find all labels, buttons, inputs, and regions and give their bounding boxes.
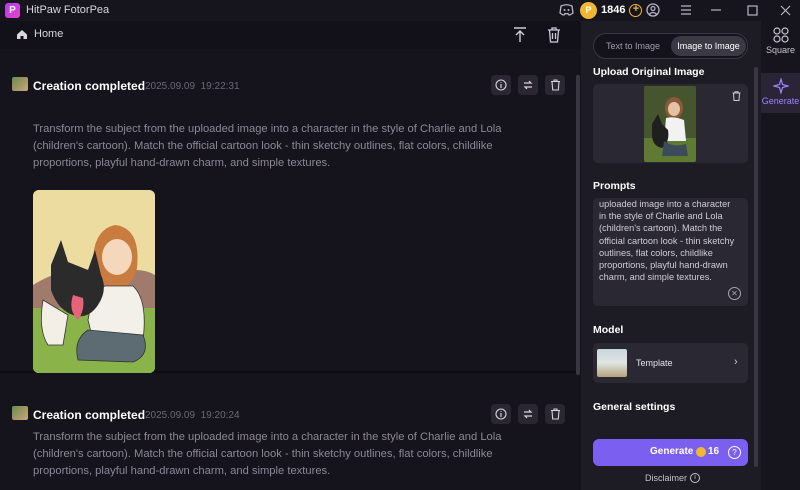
disclaimer-link[interactable]: Disclaimer i — [645, 473, 701, 483]
generate-button[interactable]: Generate 16 ? — [593, 439, 748, 466]
delete-button[interactable] — [545, 404, 565, 424]
generation-panel: Text to Image Image to Image Upload Orig… — [581, 21, 761, 490]
creation-card: Creation completed 2025.09.09 19:20:24 T… — [0, 373, 581, 490]
export-icon[interactable] — [510, 25, 530, 45]
menu-icon[interactable] — [676, 1, 696, 19]
coin-icon: P — [580, 1, 597, 19]
prompt-input[interactable]: uploaded image into a character in the s… — [593, 198, 748, 306]
generate-label: Generate — [650, 446, 694, 457]
trash-icon — [550, 79, 560, 91]
tab-text-to-image[interactable]: Text to Image — [597, 36, 669, 56]
result-image[interactable] — [33, 190, 155, 373]
trash-icon — [550, 408, 560, 420]
regenerate-button[interactable] — [518, 75, 538, 95]
model-title: Model — [593, 324, 624, 336]
home-label: Home — [34, 28, 64, 40]
info-button[interactable] — [491, 75, 511, 95]
creation-card: Creation completed 2025.09.09 19:22:31 T… — [0, 49, 581, 373]
info-icon: i — [690, 473, 701, 483]
uploaded-image — [644, 86, 696, 162]
panel-scrollbar[interactable] — [754, 67, 758, 467]
remove-image-icon[interactable] — [732, 91, 741, 104]
card-time: 19:22:31 — [200, 81, 240, 92]
model-selector[interactable]: Template › — [593, 343, 748, 383]
card-timestamp: 2025.09.09 19:22:31 — [145, 81, 240, 92]
model-name: Template — [636, 358, 673, 368]
card-date: 2025.09.09 — [145, 81, 196, 92]
model-thumbnail — [597, 349, 627, 377]
sparkle-icon — [772, 78, 789, 94]
upload-title: Upload Original Image — [593, 66, 705, 78]
nav-square[interactable]: Square — [761, 27, 800, 67]
card-thumbnail[interactable] — [12, 77, 28, 91]
clear-prompt-icon[interactable]: ✕ — [728, 287, 741, 300]
nav-generate[interactable]: Generate — [761, 73, 800, 113]
minimize-icon[interactable] — [706, 1, 726, 19]
card-timestamp: 2025.09.09 19:20:24 — [145, 410, 240, 421]
help-icon[interactable]: ? — [728, 446, 741, 459]
disclaimer-label: Disclaimer — [645, 473, 688, 483]
mode-tabs: Text to Image Image to Image — [593, 33, 748, 59]
tab-image-to-image[interactable]: Image to Image — [671, 36, 746, 56]
card-time: 19:20:24 — [200, 410, 240, 421]
info-button[interactable] — [491, 404, 511, 424]
close-icon[interactable] — [775, 1, 795, 19]
home-icon — [17, 29, 27, 39]
chevron-right-icon: › — [734, 356, 738, 368]
card-prompt: Transform the subject from the uploaded … — [33, 431, 502, 477]
history-scrollbar[interactable] — [576, 75, 580, 375]
general-settings-title[interactable]: General settings — [593, 401, 675, 413]
info-icon — [495, 79, 507, 91]
account-icon[interactable] — [643, 1, 663, 19]
coin-icon — [696, 447, 706, 457]
delete-button[interactable] — [545, 75, 565, 95]
history-toolbar: Home — [0, 21, 581, 49]
history-area: Home Creation completed 2025.09.09 19:22… — [0, 21, 581, 490]
card-prompt: Transform the subject from the uploaded … — [33, 123, 502, 169]
side-nav: Square Generate — [761, 21, 800, 490]
upload-area[interactable] — [593, 84, 748, 163]
card-thumbnail[interactable] — [12, 406, 28, 420]
nav-generate-label: Generate — [761, 96, 800, 106]
app-title: HitPaw FotorPea — [26, 4, 110, 16]
generate-cost: 16 — [708, 446, 720, 457]
info-icon — [495, 408, 507, 420]
coin-balance[interactable]: P 1846 + — [580, 1, 643, 19]
title-bar: P HitPaw FotorPea P 1846 + — [0, 0, 800, 21]
delete-all-icon[interactable] — [544, 25, 564, 45]
refresh-icon — [523, 80, 533, 90]
discord-icon[interactable] — [556, 1, 576, 19]
app-logo: P — [5, 3, 20, 18]
maximize-icon[interactable] — [742, 1, 762, 19]
regenerate-button[interactable] — [518, 404, 538, 424]
prompts-title: Prompts — [593, 180, 636, 192]
card-date: 2025.09.09 — [145, 410, 196, 421]
card-title: Creation completed — [33, 79, 146, 93]
add-coins-button[interactable]: + — [629, 3, 643, 17]
square-grid-icon — [772, 27, 789, 43]
coin-count: 1846 — [601, 4, 626, 16]
home-link[interactable]: Home — [16, 28, 63, 40]
card-title: Creation completed — [33, 408, 146, 422]
refresh-icon — [523, 409, 533, 419]
nav-square-label: Square — [765, 45, 796, 55]
prompt-text: uploaded image into a character in the s… — [599, 199, 735, 283]
